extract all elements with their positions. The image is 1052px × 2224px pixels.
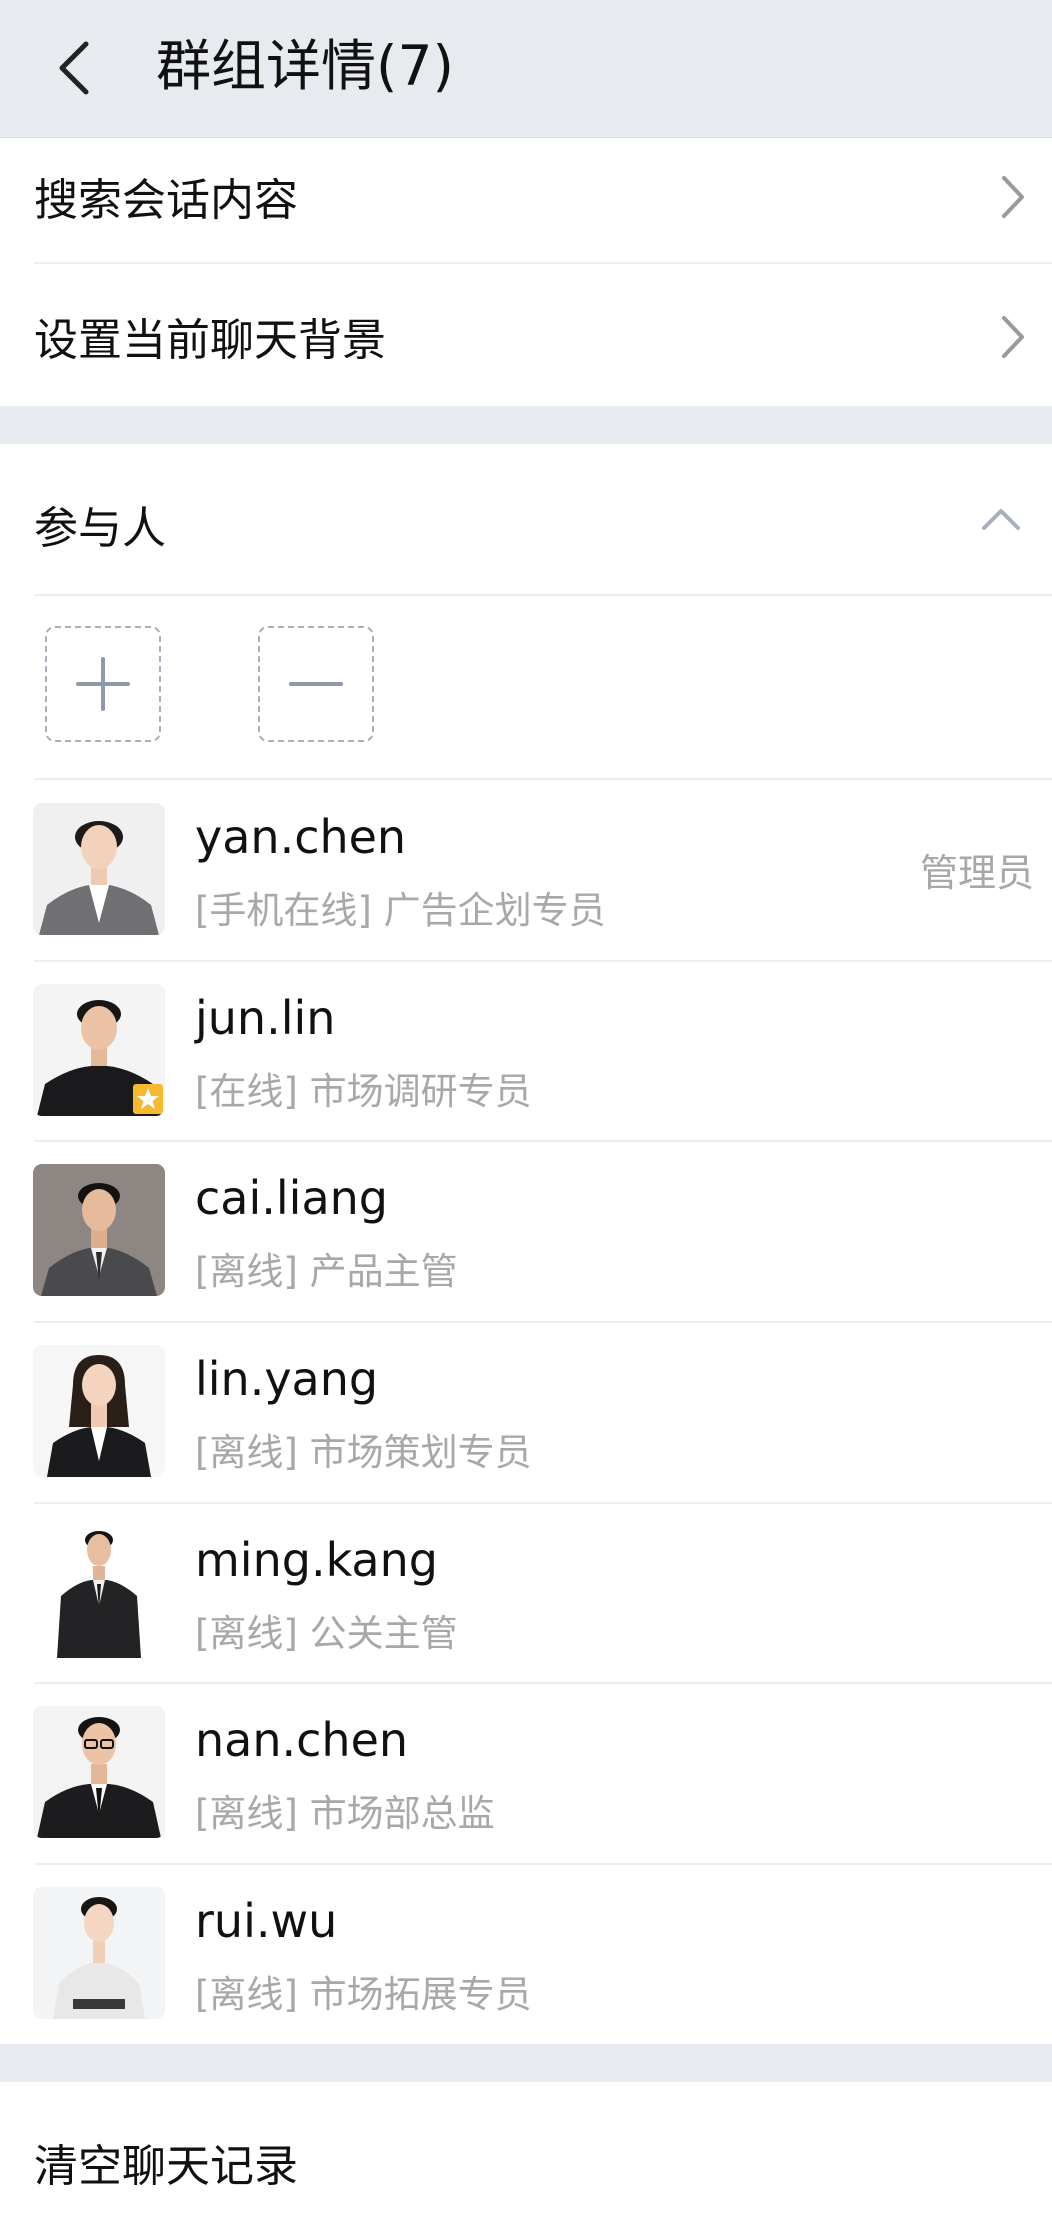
- avatar: [33, 1526, 165, 1658]
- member-row[interactable]: nan.chen [离线] 市场部总监: [0, 1683, 1052, 1863]
- member-status: [离线] 市场策划专员: [195, 1431, 532, 1474]
- member-name: yan.chen: [195, 810, 407, 864]
- avatar: [33, 803, 165, 935]
- member-row[interactable]: lin.yang [离线] 市场策划专员: [0, 1322, 1052, 1502]
- avatar: [33, 1164, 165, 1296]
- chevron-right-icon: [1002, 316, 1024, 358]
- member-name: ming.kang: [195, 1533, 438, 1587]
- member-name: jun.lin: [195, 991, 336, 1045]
- set-chat-background-label: 设置当前聊天背景: [34, 315, 386, 366]
- clear-chat-history-row[interactable]: 清空聊天记录: [0, 2082, 1052, 2224]
- admin-badge: 管理员: [919, 851, 1034, 895]
- section-gap: [0, 406, 1052, 444]
- participants-header[interactable]: 参与人: [0, 444, 1052, 594]
- member-name: cai.liang: [195, 1171, 388, 1225]
- divider: [34, 594, 1052, 596]
- avatar: [33, 1345, 165, 1477]
- minus-icon: [289, 682, 343, 686]
- member-status: [在线] 市场调研专员: [195, 1070, 532, 1113]
- search-conversation-row[interactable]: 搜索会话内容: [0, 138, 1052, 262]
- member-name: lin.yang: [195, 1352, 379, 1406]
- member-status: [离线] 公关主管: [195, 1612, 458, 1655]
- member-status: [手机在线] 广告企划专员: [195, 889, 606, 932]
- member-row[interactable]: yan.chen [手机在线] 广告企划专员 管理员: [0, 780, 1052, 960]
- page-title: 群组详情(7): [156, 34, 454, 98]
- top-bar: 群组详情(7): [0, 0, 1052, 138]
- back-button[interactable]: [40, 26, 110, 106]
- member-row[interactable]: jun.lin [在线] 市场调研专员: [0, 961, 1052, 1141]
- member-status: [离线] 市场部总监: [195, 1792, 495, 1835]
- member-status: [离线] 产品主管: [195, 1250, 458, 1293]
- participants-label: 参与人: [34, 503, 166, 554]
- avatar: [33, 984, 165, 1116]
- avatar: [33, 1887, 165, 2019]
- search-conversation-label: 搜索会话内容: [34, 175, 298, 226]
- member-row[interactable]: ming.kang [离线] 公关主管: [0, 1503, 1052, 1683]
- member-row[interactable]: rui.wu [离线] 市场拓展专员: [0, 1864, 1052, 2044]
- clear-chat-history-label: 清空聊天记录: [34, 2141, 298, 2192]
- chevron-right-icon: [1002, 176, 1024, 218]
- member-row[interactable]: cai.liang [离线] 产品主管: [0, 1141, 1052, 1321]
- add-member-button[interactable]: [45, 626, 161, 742]
- avatar: [33, 1706, 165, 1838]
- chevron-up-icon: [982, 509, 1020, 530]
- section-gap: [0, 2044, 1052, 2082]
- star-icon: [133, 1084, 163, 1114]
- set-chat-background-row[interactable]: 设置当前聊天背景: [0, 264, 1052, 406]
- member-name: nan.chen: [195, 1713, 409, 1767]
- member-status: [离线] 市场拓展专员: [195, 1973, 532, 2016]
- chevron-left-icon: [59, 41, 89, 95]
- remove-member-button[interactable]: [258, 626, 374, 742]
- member-name: rui.wu: [195, 1894, 338, 1948]
- plus-icon: [76, 657, 130, 711]
